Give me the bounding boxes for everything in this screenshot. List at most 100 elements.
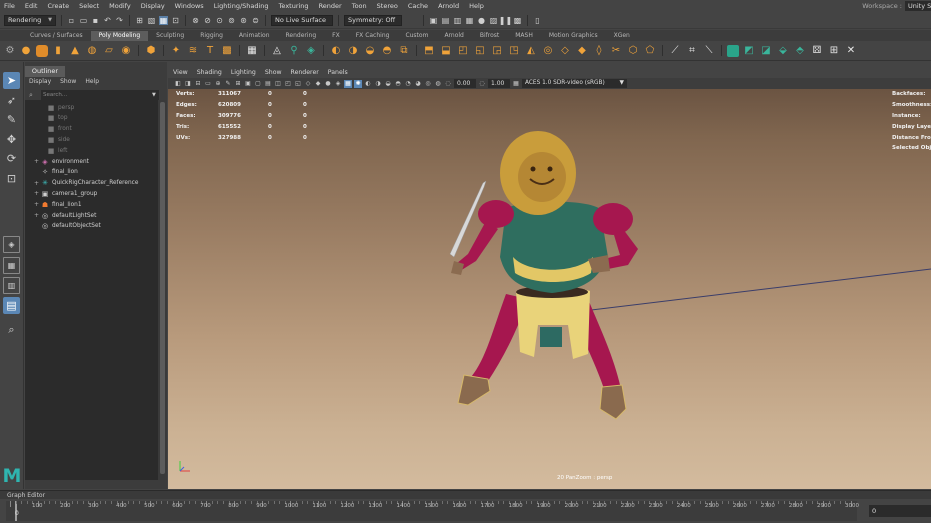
use-all-lights-icon[interactable]: ✺ (354, 79, 362, 88)
outliner-menu-help[interactable]: Help (85, 78, 106, 88)
single-perspective-layout-icon[interactable]: ◈ (3, 236, 20, 253)
xray-icon[interactable]: ◎ (424, 80, 432, 88)
expand-icon[interactable]: + (33, 180, 40, 187)
chamfer-icon[interactable]: ◇ (558, 44, 572, 58)
render-frame-icon[interactable]: ▣ (429, 16, 438, 25)
redo-icon[interactable]: ↷ (115, 16, 124, 25)
shelf-tab-xgen[interactable]: XGen (606, 31, 638, 41)
shelf-tab-sculpting[interactable]: Sculpting (148, 31, 192, 41)
four-view-layout-icon[interactable]: ▦ (3, 257, 20, 274)
color-space-dropdown[interactable]: ACES 1.0 SDR-video (sRGB) ▼ (522, 79, 627, 88)
select-tool-icon[interactable]: ➤ (3, 72, 20, 89)
grid-icon[interactable]: ⊞ (234, 80, 242, 88)
wireframe-on-shaded-icon[interactable]: ◈ (334, 80, 342, 88)
bridge-icon[interactable]: ⧉ (397, 44, 411, 58)
outliner-item[interactable]: ◎ defaultObjectSet (25, 221, 158, 232)
menu-texturing[interactable]: Texturing (274, 2, 314, 10)
exposure-icon[interactable]: ◌ (444, 80, 452, 88)
quad-draw-icon[interactable]: ⬠ (643, 44, 657, 58)
shelf-tab-animation[interactable]: Animation (231, 31, 278, 41)
safe-title-icon[interactable]: ◱ (294, 80, 302, 88)
mirror-icon[interactable]: ⚲ (287, 44, 301, 58)
resolution-gate-icon[interactable]: ▢ (254, 80, 262, 88)
cut-uv-icon[interactable]: ✕ (844, 44, 858, 58)
outliner-layout-icon[interactable]: ▤ (3, 297, 20, 314)
combine-icon[interactable]: ◐ (329, 44, 343, 58)
expand-icon[interactable]: + (33, 158, 40, 165)
menu-lighting-shading[interactable]: Lighting/Shading (209, 2, 274, 10)
shelf-tab-motion-graphics[interactable]: Motion Graphics (541, 31, 606, 41)
snap-surface-icon[interactable]: ⊛ (239, 16, 248, 25)
outliner-item[interactable]: ■ left (25, 145, 158, 156)
shelf-tab-fx-caching[interactable]: FX Caching (348, 31, 398, 41)
shadows-icon[interactable]: ◐ (364, 80, 372, 88)
shelf-tab-poly-modeling[interactable]: Poly Modeling (90, 31, 149, 41)
wedge-icon[interactable]: ◳ (507, 44, 521, 58)
current-frame-field[interactable]: 0 (869, 505, 931, 517)
merge-icon[interactable]: ◲ (490, 44, 504, 58)
timeline-track[interactable]: 0 100 200 300 400 500 600 700 800 900 1000 1100 120… (6, 501, 859, 521)
paint-select-tool-icon[interactable]: ✎ (3, 111, 20, 128)
pause-icon[interactable]: ❚❚ (499, 16, 512, 25)
snap-view-icon[interactable]: ⊚ (227, 16, 236, 25)
search-icon[interactable]: ⌕ (3, 321, 20, 338)
auto-map-icon[interactable]: ⬘ (793, 44, 807, 58)
viewport-menu-view[interactable]: View (173, 69, 197, 76)
snap-grid-icon[interactable]: ⊗ (191, 16, 200, 25)
bookmark-icon[interactable]: ⊟ (194, 80, 202, 88)
color-management-icon[interactable]: ▦ (512, 80, 520, 88)
menu-select[interactable]: Select (74, 2, 104, 10)
expand-icon[interactable]: + (33, 190, 40, 197)
grease-pencil-icon[interactable]: ✎ (224, 80, 232, 88)
expand-icon[interactable]: + (33, 212, 40, 219)
append-polygon-icon[interactable]: ◰ (456, 44, 470, 58)
outliner-item[interactable]: ■ top (25, 113, 158, 124)
workspace-selector[interactable]: Workspace : Unity Su (862, 0, 931, 12)
shelf-tab-curves-surfaces[interactable]: Curves / Surfaces (22, 31, 91, 41)
film-gate-icon[interactable]: ▣ (244, 80, 252, 88)
outliner-menu-display[interactable]: Display (29, 78, 58, 88)
hierarchy-select-icon[interactable]: ⊞ (135, 16, 144, 25)
type-tool-icon[interactable]: T (203, 44, 217, 58)
reduce-icon[interactable]: ◈ (304, 44, 318, 58)
move-tool-icon[interactable]: ✥ (3, 131, 20, 148)
snap-point-icon[interactable]: ⊙ (215, 16, 224, 25)
render-sequence-icon[interactable]: ▤ (441, 16, 450, 25)
workspace-dropdown[interactable]: Unity Su (905, 1, 931, 11)
arnold-render-view-icon[interactable]: ▨ (489, 16, 498, 25)
scale-tool-icon[interactable]: ⊡ (3, 170, 20, 187)
lasso-tool-icon[interactable]: ➶ (3, 92, 20, 109)
safe-action-icon[interactable]: ◰ (284, 80, 292, 88)
rotate-tool-icon[interactable]: ⟳ (3, 150, 20, 167)
poke-icon[interactable]: ◭ (524, 44, 538, 58)
multi-cut-icon[interactable]: ✂ (609, 44, 623, 58)
menu-edit[interactable]: Edit (20, 2, 43, 10)
textured-icon[interactable]: ▦ (344, 79, 352, 88)
outliner-item[interactable]: + ✳ QuickRigCharacter_Reference (25, 178, 158, 189)
cylindrical-map-icon[interactable]: ◪ (759, 44, 773, 58)
depth-of-field-icon[interactable]: ◔ (404, 80, 412, 88)
shelf-tab-arnold[interactable]: Arnold (436, 31, 471, 41)
select-camera-icon[interactable]: ◧ (174, 80, 182, 88)
render-settings-icon[interactable]: ▦ (465, 16, 474, 25)
image-plane-icon[interactable]: ▭ (204, 80, 212, 88)
2d-pan-zoom-icon[interactable]: ⊕ (214, 80, 222, 88)
scrollbar-thumb[interactable] (160, 102, 165, 474)
outliner-item[interactable]: ■ side (25, 134, 158, 145)
poly-cone-icon[interactable]: ▲ (68, 44, 82, 58)
target-weld-icon[interactable]: ⬡ (626, 44, 640, 58)
isolate-select-icon[interactable]: ◕ (414, 80, 422, 88)
viewport-menu-renderer[interactable]: Renderer (291, 69, 328, 76)
viewport-menu-shading[interactable]: Shading (197, 69, 231, 76)
separate-icon[interactable]: ◑ (346, 44, 360, 58)
shelf-tab-fx[interactable]: FX (324, 31, 348, 41)
shelf-tab-mash[interactable]: MASH (507, 31, 541, 41)
exposure-field[interactable]: 0.00 (454, 79, 476, 88)
unfold-icon[interactable]: ⚄ (810, 44, 824, 58)
menu-windows[interactable]: Windows (170, 2, 209, 10)
motion-blur-icon[interactable]: ◒ (384, 80, 392, 88)
planar-map-icon[interactable]: ◩ (742, 44, 756, 58)
poly-plane-icon[interactable]: ▱ (102, 44, 116, 58)
menu-display[interactable]: Display (136, 2, 170, 10)
collapse-icon[interactable]: ◱ (473, 44, 487, 58)
